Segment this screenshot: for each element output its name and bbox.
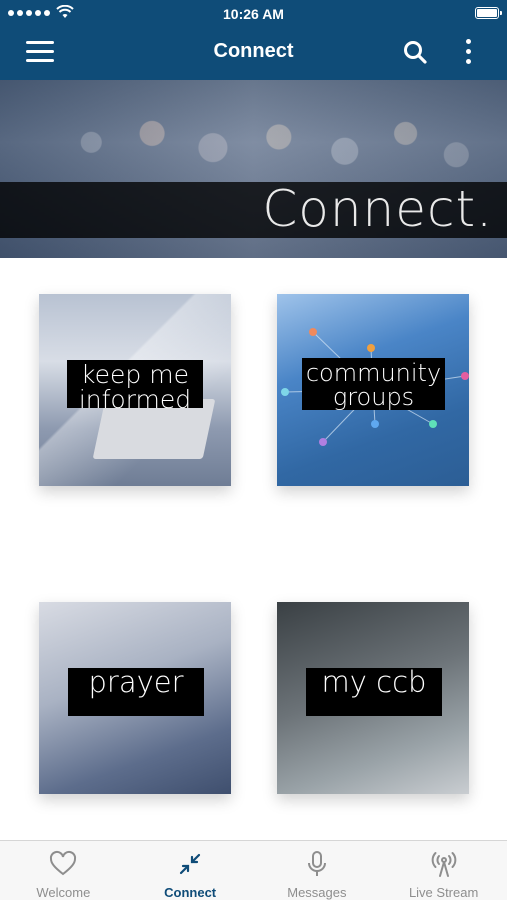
microphone-icon bbox=[307, 851, 326, 876]
battery-icon bbox=[475, 7, 502, 19]
tab-bar: Welcome Connect Messages Live Stream bbox=[0, 840, 507, 900]
tab-label: Live Stream bbox=[408, 885, 479, 900]
tab-label: Connect bbox=[164, 885, 217, 900]
tab-welcome[interactable]: Welcome bbox=[0, 841, 127, 900]
status-time: 10:26 AM bbox=[223, 6, 284, 22]
search-icon[interactable] bbox=[402, 39, 428, 65]
tab-messages[interactable]: Messages bbox=[254, 841, 381, 900]
tile-my-ccb[interactable]: my ccb bbox=[277, 602, 469, 794]
heart-icon bbox=[50, 850, 77, 876]
broadcast-icon bbox=[431, 852, 456, 877]
more-options-button[interactable] bbox=[460, 39, 476, 67]
tile-label-line: informed bbox=[78, 385, 192, 414]
tile-prayer[interactable]: prayer bbox=[39, 602, 231, 794]
hero-banner: Connect. bbox=[0, 80, 507, 258]
tile-label-community-groups: community groups bbox=[302, 358, 445, 410]
arrows-in-icon bbox=[180, 853, 201, 875]
tile-label-line: groups bbox=[332, 383, 415, 411]
tab-connect[interactable]: Connect bbox=[127, 841, 254, 900]
tab-live-stream[interactable]: Live Stream bbox=[380, 841, 507, 900]
tile-community-groups[interactable]: community groups bbox=[277, 294, 469, 486]
tab-label: Welcome bbox=[36, 885, 91, 900]
hero-title: Connect. bbox=[262, 180, 493, 238]
tile-keep-me-informed[interactable]: keep me informed bbox=[39, 294, 231, 486]
status-bar: 10:26 AM bbox=[0, 0, 507, 27]
tile-label-my-ccb: my ccb bbox=[306, 668, 442, 716]
tile-label-line: community bbox=[305, 359, 442, 387]
tab-label: Messages bbox=[287, 885, 347, 900]
page-title: Connect bbox=[213, 40, 294, 62]
nav-bar: Connect bbox=[0, 27, 507, 80]
tile-label-prayer: prayer bbox=[68, 668, 204, 716]
tile-label-keep-me-informed: keep me informed bbox=[67, 360, 203, 412]
tile-label-line: keep me bbox=[81, 360, 189, 389]
